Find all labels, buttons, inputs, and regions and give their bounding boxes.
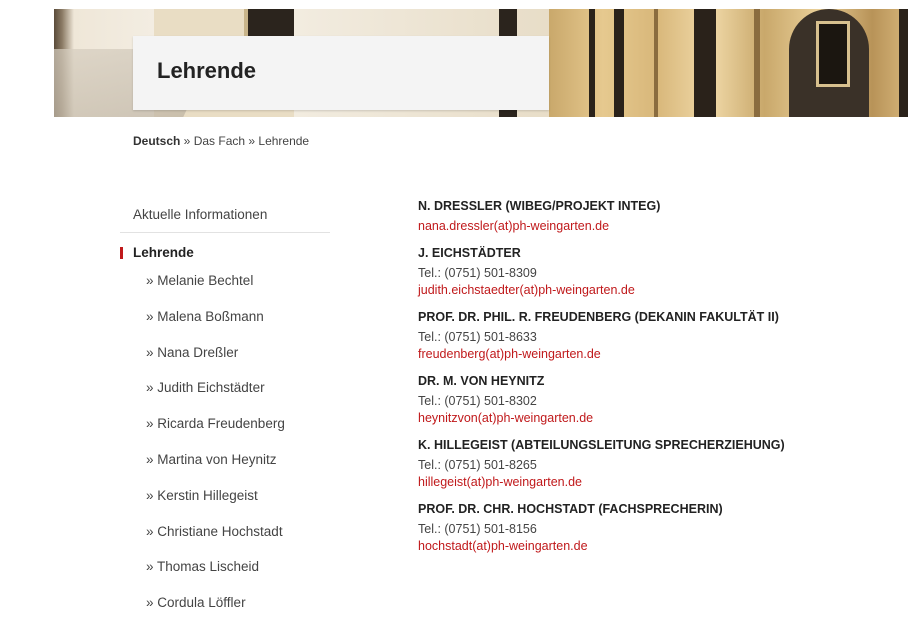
staff-name: J. Eichstädter <box>418 246 521 260</box>
breadcrumb-separator: » <box>180 134 194 148</box>
staff-phone: Tel.: (0751) 501-8633 <box>418 330 537 344</box>
sidebar-subitem-lischeid[interactable]: » Thomas Lischeid <box>120 549 330 585</box>
sidebar-subitem-hillegeist[interactable]: » Kerstin Hillegeist <box>120 478 330 514</box>
staff-list: N. Dressler (WiBeG/Projekt InteG) nana.d… <box>418 197 898 564</box>
breadcrumb-separator: » <box>245 134 259 148</box>
sidebar-subitem-eichstaedter[interactable]: » Judith Eichstädter <box>120 370 330 406</box>
sidebar-nav: Aktuelle Informationen Lehrende » Melani… <box>120 204 330 621</box>
sidebar-subitem-bechtel[interactable]: » Melanie Bechtel <box>120 263 330 299</box>
page-title-box: Lehrende <box>133 36 549 110</box>
breadcrumb-item-current: Lehrende <box>258 134 310 148</box>
staff-email-link[interactable]: heynitzvon(at)ph-weingarten.de <box>418 410 898 427</box>
sidebar-subitem-hochstadt[interactable]: » Christiane Hochstadt <box>120 514 330 550</box>
staff-phone: Tel.: (0751) 501-8302 <box>418 394 537 408</box>
staff-entry: Prof. Dr. Chr. Hochstadt (Fachsprecherin… <box>418 500 898 555</box>
staff-entry: Dr. M. von Heynitz Tel.: (0751) 501-8302… <box>418 372 898 427</box>
breadcrumb-item-fach[interactable]: Das Fach <box>194 134 245 148</box>
sidebar-submenu: » Melanie Bechtel » Malena Boßmann » Nan… <box>120 263 330 621</box>
sidebar-subitem-freudenberg[interactable]: » Ricarda Freudenberg <box>120 406 330 442</box>
staff-email-link[interactable]: judith.eichstaedter(at)ph-weingarten.de <box>418 282 898 299</box>
staff-email-link[interactable]: freudenberg(at)ph-weingarten.de <box>418 346 898 363</box>
staff-name: Dr. M. von Heynitz <box>418 374 545 388</box>
staff-name: Prof. Dr. Chr. Hochstadt (Fachsprecherin… <box>418 502 723 516</box>
staff-email-link[interactable]: hillegeist(at)ph-weingarten.de <box>418 474 898 491</box>
staff-entry: Prof. Dr. phil. R. Freudenberg (Dekanin … <box>418 308 898 363</box>
staff-phone: Tel.: (0751) 501-8309 <box>418 266 537 280</box>
staff-entry: N. Dressler (WiBeG/Projekt InteG) nana.d… <box>418 197 898 235</box>
staff-name: N. Dressler (WiBeG/Projekt InteG) <box>418 199 661 213</box>
sidebar-item-aktuelle-informationen[interactable]: Aktuelle Informationen <box>120 204 330 233</box>
staff-phone: Tel.: (0751) 501-8265 <box>418 458 537 472</box>
staff-name: Prof. Dr. phil. R. Freudenberg (Dekanin … <box>418 310 779 324</box>
staff-email-link[interactable]: hochstadt(at)ph-weingarten.de <box>418 538 898 555</box>
sidebar-subitem-heynitz[interactable]: » Martina von Heynitz <box>120 442 330 478</box>
page-title: Lehrende <box>157 58 257 83</box>
staff-email-link[interactable]: nana.dressler(at)ph-weingarten.de <box>418 218 898 235</box>
staff-entry: K. Hillegeist (Abteilungsleitung Spreche… <box>418 436 898 491</box>
staff-entry: J. Eichstädter Tel.: (0751) 501-8309 jud… <box>418 244 898 299</box>
staff-phone: Tel.: (0751) 501-8156 <box>418 522 537 536</box>
breadcrumb: Deutsch » Das Fach » Lehrende <box>133 134 309 148</box>
sidebar-subitem-bossmann[interactable]: » Malena Boßmann <box>120 299 330 335</box>
sidebar-subitem-dressler[interactable]: » Nana Dreßler <box>120 335 330 371</box>
sidebar-item-lehrende[interactable]: Lehrende <box>120 243 330 263</box>
active-marker <box>120 247 123 259</box>
sidebar-item-label: Lehrende <box>133 245 194 260</box>
breadcrumb-root-link[interactable]: Deutsch <box>133 134 180 148</box>
staff-name: K. Hillegeist (Abteilungsleitung Spreche… <box>418 438 785 452</box>
sidebar-subitem-loeffler[interactable]: » Cordula Löffler <box>120 585 330 621</box>
